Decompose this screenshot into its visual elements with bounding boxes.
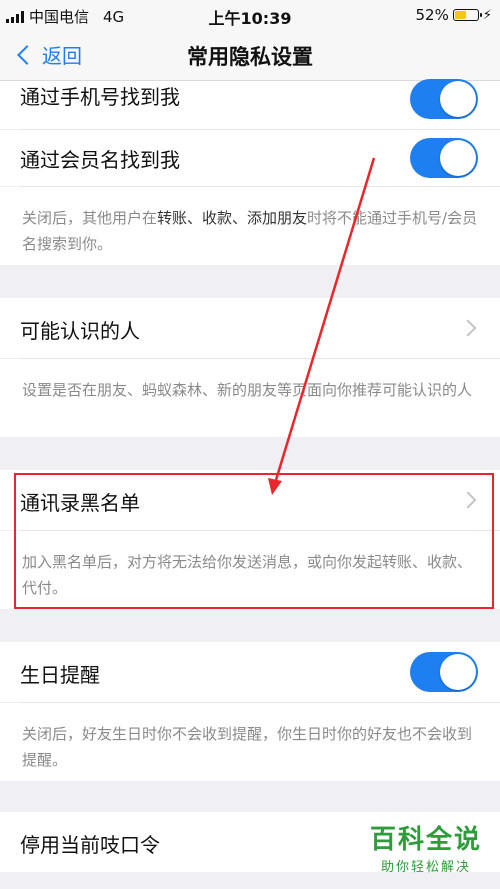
hint-maybe-know: 设置是否在朋友、蚂蚁森林、新的朋友等页面向你推荐可能认识的人 [0, 359, 500, 437]
hint-birthday-text: 关闭后，好友生日时你不会收到提醒，你生日时你的好友也不会收到提醒。 [22, 725, 473, 769]
chevron-right-icon [459, 319, 477, 337]
row-label-birthday: 生日提醒 [20, 663, 100, 687]
row-find-by-phone[interactable]: 通过手机号找到我 [0, 79, 500, 129]
toggle-find-by-phone[interactable] [410, 79, 478, 119]
row-label-maybe-know: 可能认识的人 [20, 319, 140, 343]
watermark-logo: 百科全说 助你轻松解决 [370, 819, 482, 875]
row-maybe-know[interactable]: 可能认识的人 [0, 298, 500, 358]
charging-icon: ⚡ [482, 7, 492, 23]
hint-maybe-know-text: 设置是否在朋友、蚂蚁森林、新的朋友等页面向你推荐可能认识的人 [22, 381, 473, 399]
status-right: 52% ⚡ [416, 6, 492, 24]
row-label-password-command: 停用当前吱口令 [20, 833, 160, 857]
hint-find: 关闭后，其他用户在转账、收款、添加朋友时将不能通过手机号/会员名搜索到你。 [0, 187, 500, 265]
hint-find-text: 关闭后，其他用户在转账、收款、添加朋友时将不能通过手机号/会员名搜索到你。 [22, 209, 478, 253]
watermark-sub: 助你轻松解决 [380, 860, 471, 875]
hint-birthday: 关闭后，好友生日时你不会收到提醒，你生日时你的好友也不会收到提醒。 [0, 703, 500, 781]
battery-percent: 52% [415, 6, 449, 24]
nav-bar: 返回 常用隐私设置 [0, 30, 500, 81]
status-bar: 中国电信 4G 上午10:39 52% ⚡ [0, 0, 500, 30]
highlight-box [14, 473, 494, 609]
toggle-birthday[interactable] [410, 652, 478, 692]
row-label-find-by-phone: 通过手机号找到我 [20, 85, 180, 109]
watermark-main: 百科全说 [369, 825, 482, 855]
page-title: 常用隐私设置 [187, 45, 313, 69]
row-birthday[interactable]: 生日提醒 [0, 642, 500, 702]
row-label-find-by-member: 通过会员名找到我 [20, 148, 180, 172]
toggle-find-by-member[interactable] [410, 138, 478, 178]
row-find-by-member[interactable]: 通过会员名找到我 [0, 130, 500, 186]
battery-icon [452, 9, 482, 21]
